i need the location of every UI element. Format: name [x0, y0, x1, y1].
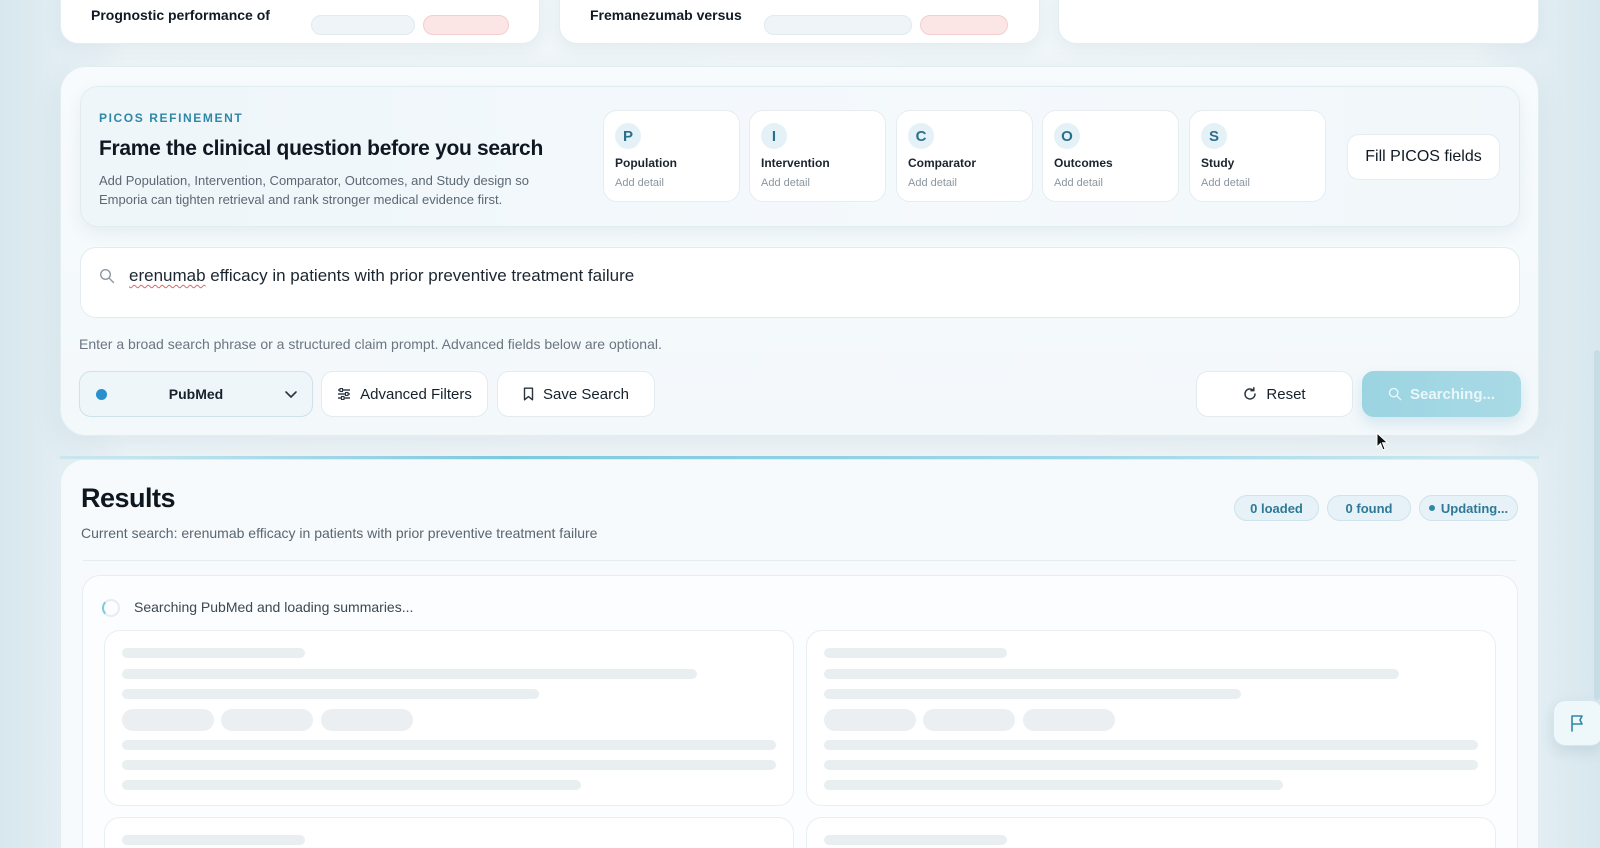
skeleton-line — [122, 835, 305, 845]
result-card-title: Prognostic performance of — [91, 7, 270, 23]
status-dot — [1428, 505, 1435, 511]
card-chip — [920, 15, 1008, 35]
search-query[interactable]: erenumab efficacy in patients with prior… — [129, 266, 634, 286]
save-search-button[interactable]: Save Search — [497, 371, 655, 417]
picos-field-detail: Add detail — [1201, 177, 1250, 189]
result-card-top-2[interactable]: Fremanezumab versus — [559, 0, 1040, 44]
search-icon — [99, 268, 115, 284]
search-query-rest: efficacy in patients with prior preventi… — [205, 266, 635, 285]
status-badge-label: Updating... — [1440, 500, 1509, 516]
picos-letter: C — [908, 123, 934, 149]
picos-field-name: Outcomes — [1054, 156, 1113, 170]
skeleton-pill — [321, 709, 413, 731]
loading-text: Searching PubMed and loading summaries..… — [134, 599, 414, 615]
search-icon — [1388, 387, 1402, 401]
picos-field-detail: Add detail — [1054, 177, 1103, 189]
picos-field-population[interactable]: P Population Add detail — [603, 110, 740, 202]
picos-field-detail: Add detail — [615, 177, 664, 189]
skeleton-pill — [122, 709, 214, 731]
skeleton-line — [824, 648, 1007, 658]
skeleton-line — [824, 780, 1283, 790]
picos-description: Add Population, Intervention, Comparator… — [99, 173, 529, 207]
result-card-top-1[interactable]: Prognostic performance of — [60, 0, 540, 44]
loaded-count-badge: 0 loaded — [1234, 495, 1319, 521]
picos-eyebrow: PICOS REFINEMENT — [99, 111, 244, 125]
spellcheck-word: erenumab — [129, 266, 206, 285]
search-hint: Enter a broad search phrase or a structu… — [79, 336, 662, 352]
scrollbar[interactable] — [1594, 350, 1600, 700]
picos-field-name: Population — [615, 156, 677, 170]
picos-letter: S — [1201, 123, 1227, 149]
skeleton-card — [806, 817, 1496, 848]
search-button-label: Searching... — [1409, 385, 1496, 403]
skeleton-card — [104, 817, 794, 848]
skeleton-card — [104, 630, 794, 806]
skeleton-line — [824, 689, 1241, 699]
bookmark-icon — [523, 387, 534, 401]
skeleton-line — [824, 835, 1007, 845]
flag-icon — [1571, 715, 1583, 732]
result-card-title: Fremanezumab versus — [590, 7, 742, 23]
advanced-filters-label: Advanced Filters — [360, 385, 472, 403]
skeleton-line — [122, 689, 539, 699]
picos-field-outcomes[interactable]: O Outcomes Add detail — [1042, 110, 1179, 202]
card-chip — [764, 15, 912, 35]
current-search-label: Current search: erenumab efficacy in pat… — [81, 525, 598, 541]
chevron-down-icon — [285, 391, 297, 398]
skeleton-line — [824, 669, 1399, 679]
sliders-icon — [338, 388, 351, 400]
advanced-filters-button[interactable]: Advanced Filters — [321, 371, 488, 417]
skeleton-pill — [1023, 709, 1115, 731]
picos-field-detail: Add detail — [908, 177, 957, 189]
result-card-top-3[interactable] — [1058, 0, 1539, 44]
skeleton-line — [122, 648, 305, 658]
search-button[interactable]: Searching... — [1362, 371, 1521, 417]
picos-field-name: Study — [1201, 156, 1235, 170]
picos-letter: O — [1054, 123, 1080, 149]
results-divider — [83, 560, 1516, 561]
card-chip — [423, 15, 509, 35]
picos-letter: I — [761, 123, 787, 149]
skeleton-pill — [923, 709, 1015, 731]
source-select-value: PubMed — [168, 386, 224, 402]
picos-field-intervention[interactable]: I Intervention Add detail — [749, 110, 886, 202]
skeleton-line — [824, 740, 1478, 750]
picos-field-name: Comparator — [908, 156, 977, 170]
picos-field-study[interactable]: S Study Add detail — [1189, 110, 1326, 202]
results-title: Results — [81, 483, 176, 513]
skeleton-line — [122, 669, 697, 679]
picos-field-comparator[interactable]: C Comparator Add detail — [896, 110, 1033, 202]
save-search-label: Save Search — [543, 385, 629, 403]
skeleton-line — [824, 760, 1478, 770]
reset-button[interactable]: Reset — [1196, 371, 1353, 417]
picos-letter: P — [615, 123, 641, 149]
picos-field-detail: Add detail — [761, 177, 810, 189]
status-badge: Updating... — [1419, 495, 1518, 521]
skeleton-line — [122, 780, 581, 790]
skeleton-card — [806, 630, 1496, 806]
picos-field-name: Intervention — [761, 156, 830, 170]
fill-picos-button[interactable]: Fill PICOS fields — [1347, 134, 1500, 180]
found-count-badge: 0 found — [1327, 495, 1411, 521]
reset-label: Reset — [1266, 385, 1306, 403]
source-status-dot — [96, 389, 107, 400]
refresh-icon — [1244, 387, 1257, 400]
feedback-flag-button[interactable] — [1553, 700, 1600, 746]
skeleton-pill — [824, 709, 916, 731]
picos-title: Frame the clinical question before you s… — [99, 137, 543, 160]
card-chip — [311, 15, 415, 35]
mouse-cursor-icon — [1376, 432, 1389, 451]
skeleton-pill — [221, 709, 313, 731]
skeleton-line — [122, 740, 776, 750]
source-select[interactable]: PubMed — [79, 371, 313, 417]
skeleton-line — [122, 760, 776, 770]
spinner-icon — [102, 599, 120, 617]
